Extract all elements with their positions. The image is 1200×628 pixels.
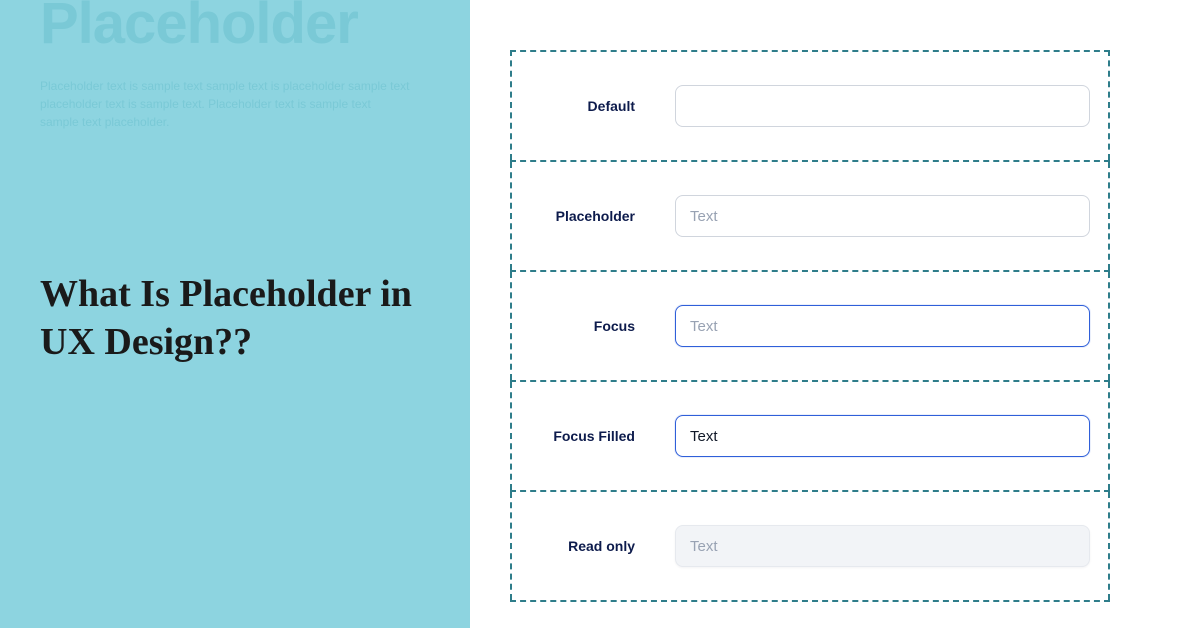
placeholder-input[interactable]: [675, 195, 1090, 237]
state-row-placeholder: Placeholder: [510, 162, 1110, 272]
ghost-heading: Placeholder: [40, 0, 430, 57]
left-panel: Placeholder Placeholder text is sample t…: [0, 0, 470, 628]
page-title: What Is Placeholder in UX Design??: [40, 271, 430, 366]
states-panel: Default Placeholder Focus Focus Filled R…: [470, 0, 1200, 628]
focus-filled-input[interactable]: [675, 415, 1090, 457]
state-label: Focus Filled: [530, 428, 675, 444]
state-label: Read only: [530, 538, 675, 554]
state-row-readonly: Read only: [510, 492, 1110, 602]
state-row-default: Default: [510, 50, 1110, 162]
state-row-focus: Focus: [510, 272, 1110, 382]
state-label: Default: [530, 98, 675, 114]
state-row-focus-filled: Focus Filled: [510, 382, 1110, 492]
readonly-input: [675, 525, 1090, 567]
ghost-subtext: Placeholder text is sample text sample t…: [40, 77, 410, 131]
focus-input[interactable]: [675, 305, 1090, 347]
default-input[interactable]: [675, 85, 1090, 127]
state-label: Focus: [530, 318, 675, 334]
state-label: Placeholder: [530, 208, 675, 224]
